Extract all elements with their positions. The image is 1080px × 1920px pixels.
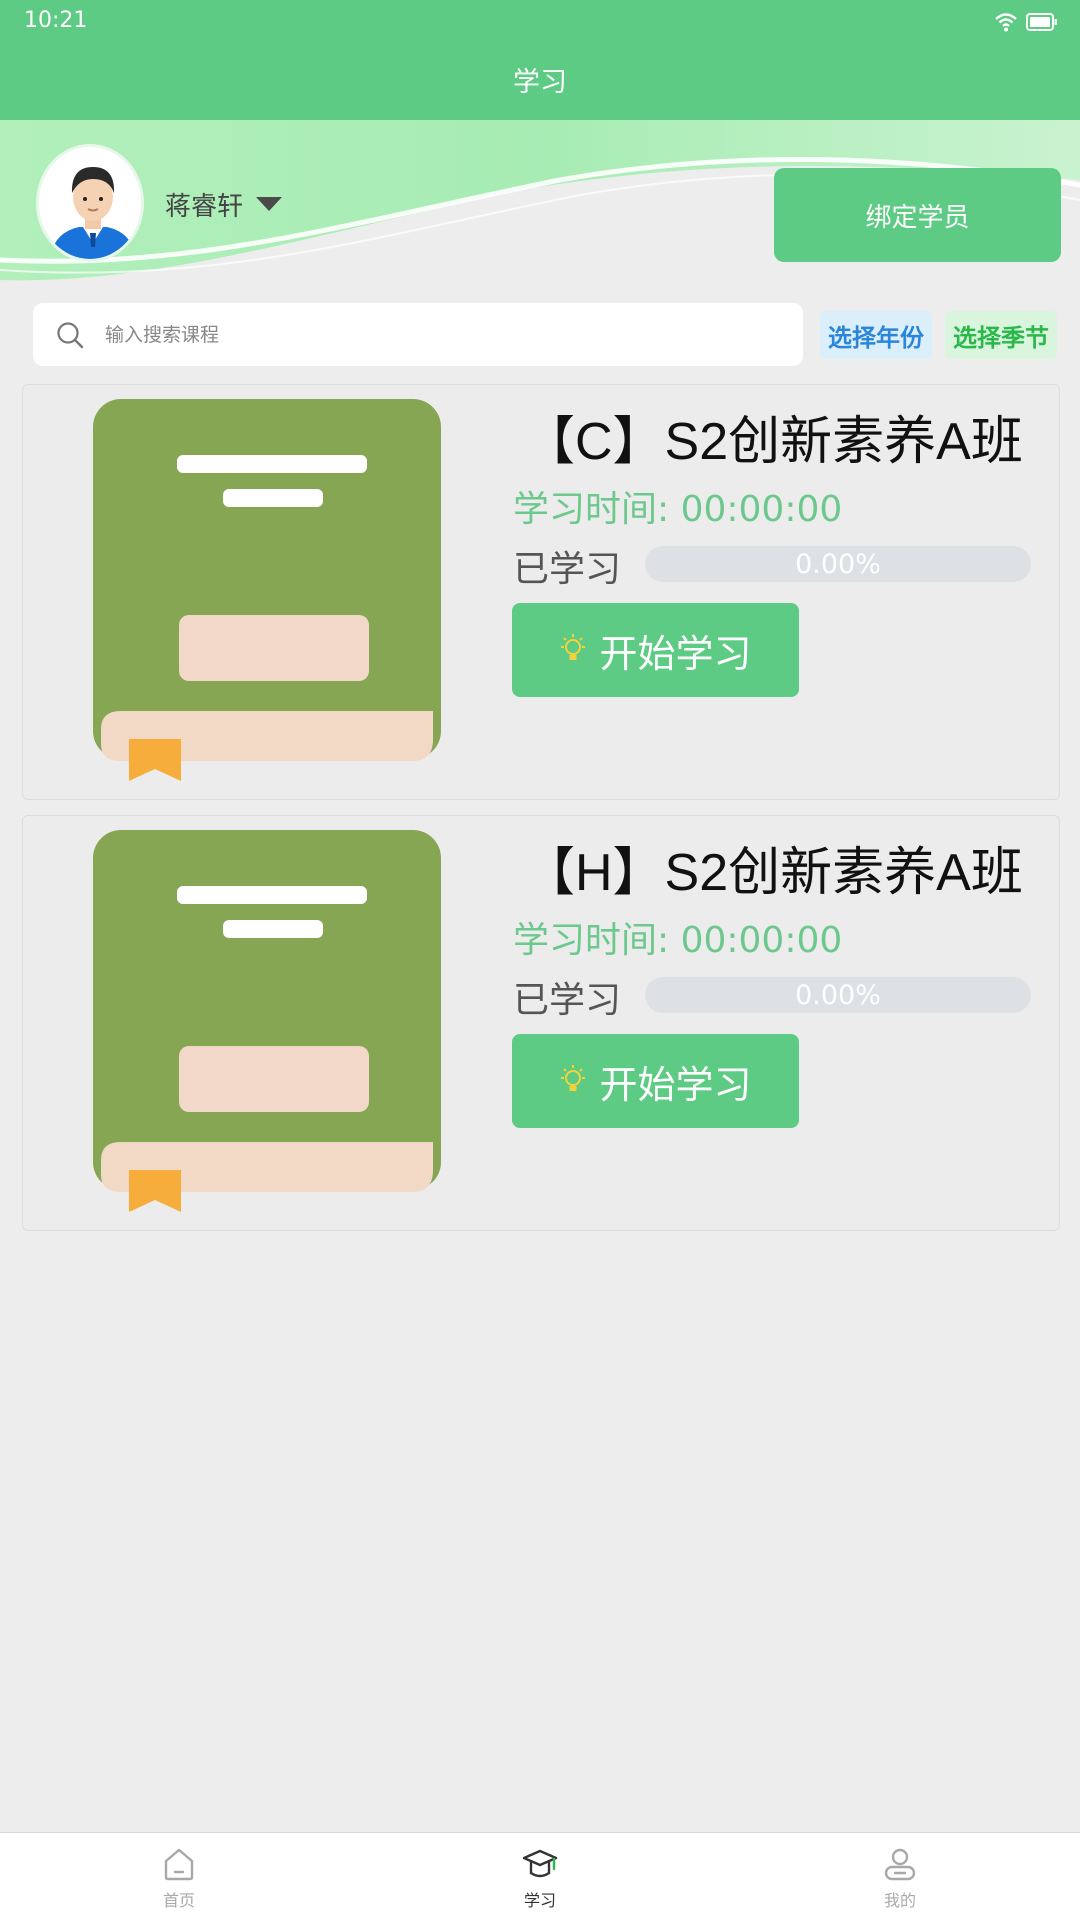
learned-label: 已学习: [513, 980, 622, 1021]
progress-bar: 0.00%: [645, 546, 1031, 582]
tab-label: 首页: [162, 1891, 195, 1910]
book-icon: [93, 399, 441, 781]
study-time: 学习时间: 00:00:00: [513, 920, 843, 961]
start-learning-label: 开始学习: [599, 631, 752, 676]
start-learning-button[interactable]: 开始学习: [512, 1034, 799, 1128]
bind-student-button[interactable]: 绑定学员: [774, 168, 1061, 262]
search-icon: [57, 321, 84, 348]
course-card[interactable]: 【H】S2创新素养A班 学习时间: 00:00:00 已学习 0.00% 开始学…: [22, 815, 1060, 1231]
course-card[interactable]: 【C】S2创新素养A班 学习时间: 00:00:00 已学习 0.00% 开始学…: [22, 384, 1060, 800]
avatar[interactable]: [36, 144, 144, 262]
search-bar[interactable]: [33, 303, 803, 366]
search-input[interactable]: [105, 323, 705, 346]
lightbulb-icon: [561, 634, 586, 660]
top-app-bar: 10:21 学习: [0, 0, 1080, 120]
lightbulb-icon: [561, 1065, 586, 1091]
status-time: 10:21: [24, 8, 88, 33]
learned-label: 已学习: [513, 549, 622, 590]
progress-text: 0.00%: [795, 548, 881, 580]
study-time: 学习时间: 00:00:00: [513, 489, 843, 530]
tab-study[interactable]: 学习: [480, 1833, 600, 1920]
tab-label: 学习: [523, 1891, 556, 1910]
start-learning-label: 开始学习: [599, 1062, 752, 1107]
course-title: 【H】S2创新素养A班: [523, 844, 1023, 902]
wifi-icon: [995, 13, 1017, 32]
book-icon: [93, 830, 441, 1212]
battery-icon: [1026, 13, 1057, 31]
bottom-tab-bar: 首页 学习 我的: [0, 1832, 1080, 1920]
status-icons: [994, 10, 1058, 34]
home-icon: [164, 1848, 194, 1881]
start-learning-button[interactable]: 开始学习: [512, 603, 799, 697]
tab-home[interactable]: 首页: [119, 1833, 239, 1920]
graduation-cap-icon: [522, 1849, 558, 1878]
select-season-button[interactable]: 选择季节: [945, 311, 1057, 359]
caret-down-icon[interactable]: [256, 197, 282, 211]
progress-text: 0.00%: [795, 979, 881, 1011]
user-name[interactable]: 蒋睿轩: [165, 186, 243, 223]
course-title: 【C】S2创新素养A班: [523, 413, 1023, 471]
progress-bar: 0.00%: [645, 977, 1031, 1013]
page-title: 学习: [513, 67, 567, 98]
tab-label: 我的: [883, 1891, 916, 1910]
tab-mine[interactable]: 我的: [840, 1833, 960, 1920]
user-icon: [884, 1848, 916, 1881]
select-year-button[interactable]: 选择年份: [820, 311, 932, 359]
